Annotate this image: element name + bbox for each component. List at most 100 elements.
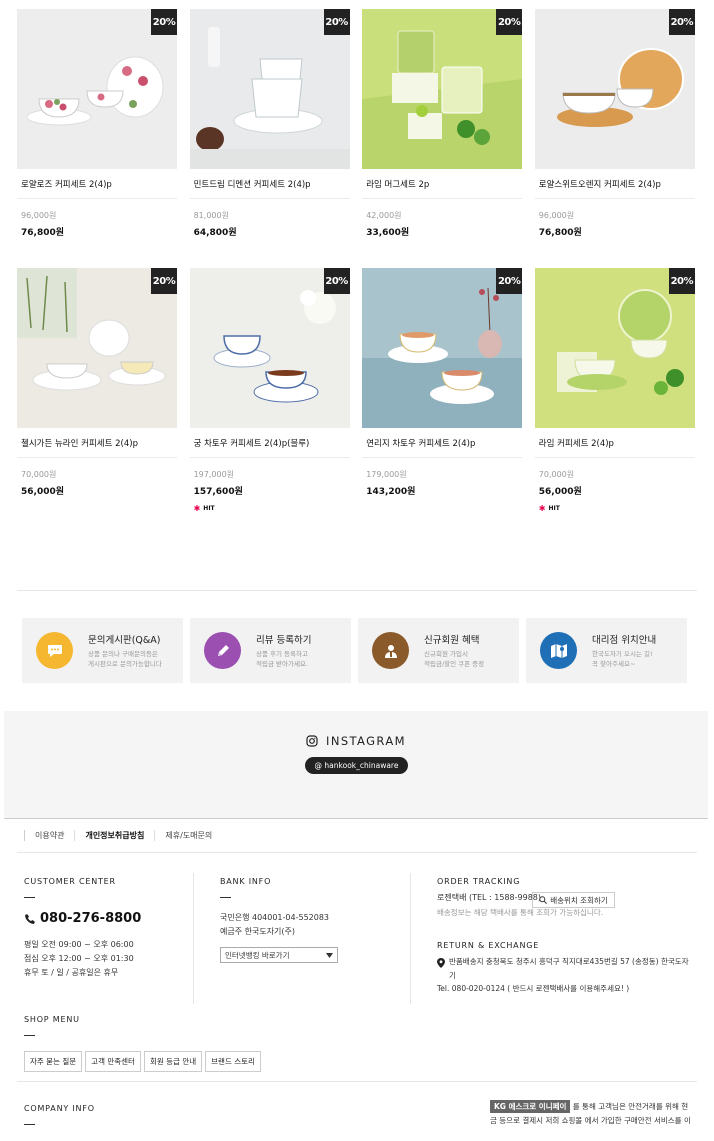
phone-block: 080-276-8800 (24, 911, 141, 926)
bank-account: 국민은행 404001-04-552083 (220, 913, 330, 922)
divider (17, 590, 697, 591)
dash (24, 1035, 35, 1036)
banner-subtitle: 신규회원 가입시 적립금/할인 쿠폰 증정 (424, 650, 484, 669)
store-location-banner[interactable]: 대리점 위치안내한국도자기 오시는 길! 꼭 찾아주세요~ (526, 618, 687, 683)
original-price: 179,000원 (366, 470, 407, 479)
banner-subtitle-line: 상품 후기 등록하고 (256, 650, 308, 659)
product-image[interactable]: 20% (534, 268, 695, 428)
shop-menu-buttons: 자주 묻는 질문 고객 만족센터 회원 등급 안내 브랜드 스토리 (24, 1051, 261, 1072)
hours-holiday: 휴무 토 / 일 / 공휴일은 휴무 (24, 968, 119, 977)
product-name[interactable]: 궁 차토우 커피세트 2(4)p(블루) (189, 428, 350, 458)
review-banner[interactable]: 리뷰 등록하기 상품 후기 등록하고 적립금 받아가세요. (190, 618, 351, 683)
original-price: 70,000원 (538, 470, 575, 479)
return-address: 반품배송지 충청북도 청주시 흥덕구 직지대로435번길 57 (송정동) 한국… (449, 957, 689, 966)
product-image[interactable]: 20% (189, 268, 350, 428)
chat-icon (36, 632, 73, 669)
kg-escrow-badge[interactable]: KG 에스크로 이니페이 (490, 1100, 571, 1113)
hit-badge: ✱ HIT (190, 497, 350, 513)
footer-link-privacy[interactable]: 개인정보취급방침 (74, 830, 154, 841)
footer-link-terms[interactable]: 이용약관 (24, 830, 74, 841)
brand-story-button[interactable]: 브랜드 스토리 (205, 1051, 261, 1072)
product-image[interactable]: 20% (17, 268, 177, 428)
instagram-handle-button[interactable]: @ hankook_chinaware (305, 757, 408, 774)
product-card[interactable]: 20% 로얄로즈 커피세트 2(4)p 96,000원 76,800원 (17, 9, 177, 238)
banner-subtitle: 한국도자기 오시는 길! 꼭 찾아주세요~ (592, 650, 656, 669)
company-info-title: COMPANY INFO (24, 1104, 95, 1113)
faq-button[interactable]: 자주 묻는 질문 (24, 1051, 83, 1072)
banner-title: 문의게시판(Q&A) (88, 635, 161, 647)
banner-subtitle-line: 적립금/할인 쿠폰 증정 (424, 659, 485, 668)
product-card[interactable]: 20% 로얄스위트오렌지 커피세트 2(4)p 96,000원 76,800원 (534, 9, 695, 238)
banner-title: 신규회원 혜택 (424, 635, 480, 647)
hit-label: HIT (203, 505, 215, 512)
map-icon (540, 632, 577, 669)
shop-menu-title: SHOP MENU (24, 1015, 80, 1024)
discount-badge: 20% (151, 268, 177, 294)
product-card[interactable]: 20% 궁 차토우 커피세트 2(4)p(블루) 197,000원 157,600원 ✱… (189, 268, 350, 513)
sale-price: 64,800원 (193, 228, 237, 238)
track-delivery-label: 배송위치 조회하기 (550, 895, 608, 905)
discount-badge: 20% (323, 9, 350, 35)
product-name[interactable]: 라임 커피세트 2(4)p (534, 428, 695, 458)
chevron-down-icon (326, 952, 333, 958)
bank-info-title: BANK INFO (220, 877, 272, 886)
discount-badge: 20% (151, 9, 177, 35)
hours-lunch: 점심 오후 12:00 ~ 오후 01:30 (24, 954, 134, 963)
sale-price: 56,000원 (21, 487, 65, 497)
instagram-section: INSTAGRAM @ hankook_chinaware (4, 711, 708, 819)
product-card[interactable]: 20% 라임 머그세트 2p 42,000원 33,600원 (362, 9, 523, 238)
location-pin-icon (437, 958, 445, 968)
hours: 평일 오전 09:00 ~ 오후 06:00 점심 오후 12:00 ~ 오후 … (24, 938, 134, 980)
search-icon (539, 896, 548, 904)
customer-service-button[interactable]: 고객 만족센터 (85, 1051, 141, 1072)
banner-title: 대리점 위치안내 (592, 635, 657, 647)
product-card[interactable]: 20% 라임 커피세트 2(4)p 70,000원 56,000원 ✱ HIT (534, 268, 695, 513)
return-tel: Tel. 080-020-0124 ( 반드시 로젠택배사를 이용해주세요! ) (437, 984, 630, 993)
escrow-text-1: 를 통해 고객님은 안전거래를 위해 현 (570, 1102, 689, 1111)
banner-subtitle-line: 게시판으로 문의가능합니다 (88, 659, 162, 668)
star-icon: ✱ (538, 504, 546, 513)
bank-details: 국민은행 404001-04-552083 예금주 한국도자기(주) (220, 911, 329, 939)
product-card[interactable]: 20% 민트드림 디멘션 커피세트 2(4)p 81,000원 64,800원 (189, 9, 350, 238)
footer-links: 이용약관 개인정보취급방침 제휴/도매문의 (24, 830, 222, 841)
product-name[interactable]: 라임 머그세트 2p (362, 169, 523, 199)
product-card[interactable]: 20% 첼시가든 뉴라인 커피세트 2(4)p 70,000원 56,000원 (17, 268, 177, 513)
banner-subtitle-line: 한국도자기 오시는 길! (592, 650, 653, 659)
product-image[interactable]: 20% (362, 9, 523, 169)
hit-label: HIT (548, 505, 560, 512)
divider (17, 852, 697, 853)
product-image[interactable]: 20% (189, 9, 350, 169)
banner-subtitle-line: 꼭 찾아주세요~ (592, 659, 636, 668)
sale-price: 33,600원 (366, 228, 410, 238)
product-card[interactable]: 20% 연리지 차토우 커피세트 2(4)p 179,000원 143,200원 (362, 268, 523, 513)
qna-banner[interactable]: 문의게시판(Q&A) 상품 문의나 구매문의등은 게시판으로 문의가능합니다 (22, 618, 183, 683)
product-image[interactable]: 20% (17, 9, 177, 169)
product-grid-row-2: 20% 첼시가든 뉴라인 커피세트 2(4)p 70,000원 56,000원 20% 궁… (17, 268, 697, 513)
discount-badge: 20% (668, 9, 695, 35)
customer-center-title: CUSTOMER CENTER (24, 877, 116, 886)
banner-subtitle: 상품 문의나 구매문의등은 게시판으로 문의가능합니다 (88, 650, 162, 669)
discount-badge: 20% (668, 268, 695, 294)
banner-subtitle-line: 신규회원 가입시 (424, 650, 468, 659)
divider (410, 873, 411, 1004)
product-image[interactable]: 20% (362, 268, 523, 428)
phone-icon (25, 913, 35, 924)
sale-price: 76,800원 (538, 228, 582, 238)
service-banners: 문의게시판(Q&A) 상품 문의나 구매문의등은 게시판으로 문의가능합니다 리뷰 등… (22, 618, 690, 683)
product-name[interactable]: 연리지 차토우 커피세트 2(4)p (362, 428, 523, 458)
product-name[interactable]: 민트드림 디멘션 커피세트 2(4)p (189, 169, 350, 199)
internet-banking-select[interactable]: 인터넷뱅킹 바로가기 (220, 947, 338, 963)
return-address-block: 반품배송지 충청북도 청주시 흥덕구 직지대로435번길 57 (송정동) 한국… (437, 955, 695, 984)
product-name[interactable]: 로얄스위트오렌지 커피세트 2(4)p (534, 169, 695, 199)
product-image[interactable]: 20% (534, 9, 695, 169)
new-member-banner[interactable]: 신규회원 혜택신규회원 가입시 적립금/할인 쿠폰 증정 (358, 618, 519, 683)
instagram-title-text: INSTAGRAM (326, 734, 406, 748)
product-name[interactable]: 첼시가든 뉴라인 커피세트 2(4)p (17, 428, 177, 458)
dash (24, 897, 35, 898)
original-price: 70,000원 (21, 470, 57, 479)
carrier: 로젠택배 (TEL : 1588-9988) (437, 893, 542, 902)
order-tracking-title: ORDER TRACKING (437, 877, 521, 886)
product-name[interactable]: 로얄로즈 커피세트 2(4)p (17, 169, 177, 199)
membership-grade-button[interactable]: 회원 등급 안내 (143, 1051, 203, 1072)
footer-link-partnership[interactable]: 제휴/도매문의 (154, 830, 222, 841)
